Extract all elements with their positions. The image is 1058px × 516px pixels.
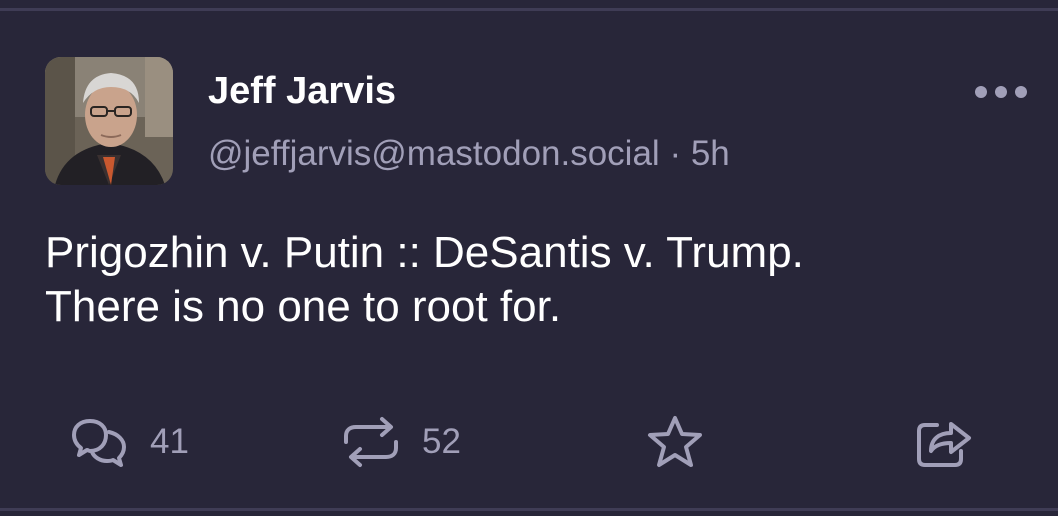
boost-button[interactable]: 52 (340, 410, 461, 474)
boost-count: 52 (422, 422, 461, 461)
post-text-line: There is no one to root for. (45, 282, 562, 331)
favorite-button[interactable] (645, 410, 705, 474)
avatar[interactable] (45, 57, 173, 185)
author-display-name[interactable]: Jeff Jarvis (208, 70, 396, 113)
speech-bubbles-icon (72, 419, 126, 467)
post-timestamp[interactable]: 5h (691, 134, 730, 173)
star-icon (648, 416, 702, 467)
share-arrow-icon (917, 422, 971, 467)
post-text-line: Prigozhin v. Putin :: DeSantis v. Trump. (45, 228, 804, 277)
avatar-image (45, 57, 173, 185)
more-dot (995, 86, 1007, 98)
top-divider (0, 8, 1058, 11)
reply-count: 41 (150, 422, 189, 461)
post-content: Prigozhin v. Putin :: DeSantis v. Trump.… (45, 226, 1005, 334)
more-options-button[interactable] (975, 78, 1027, 106)
more-dot (1015, 86, 1027, 98)
bottom-divider (0, 508, 1058, 511)
more-dot (975, 86, 987, 98)
author-handle[interactable]: @jeffjarvis@mastodon.social (208, 134, 660, 173)
meta-separator: · (669, 134, 682, 173)
reply-button[interactable]: 41 (70, 410, 189, 474)
post-card: Jeff Jarvis @jeffjarvis@mastodon.social … (0, 0, 1058, 516)
repeat-arrows-icon (344, 417, 398, 467)
author-meta: @jeffjarvis@mastodon.social · 5h (208, 134, 730, 174)
share-button[interactable] (915, 410, 973, 474)
